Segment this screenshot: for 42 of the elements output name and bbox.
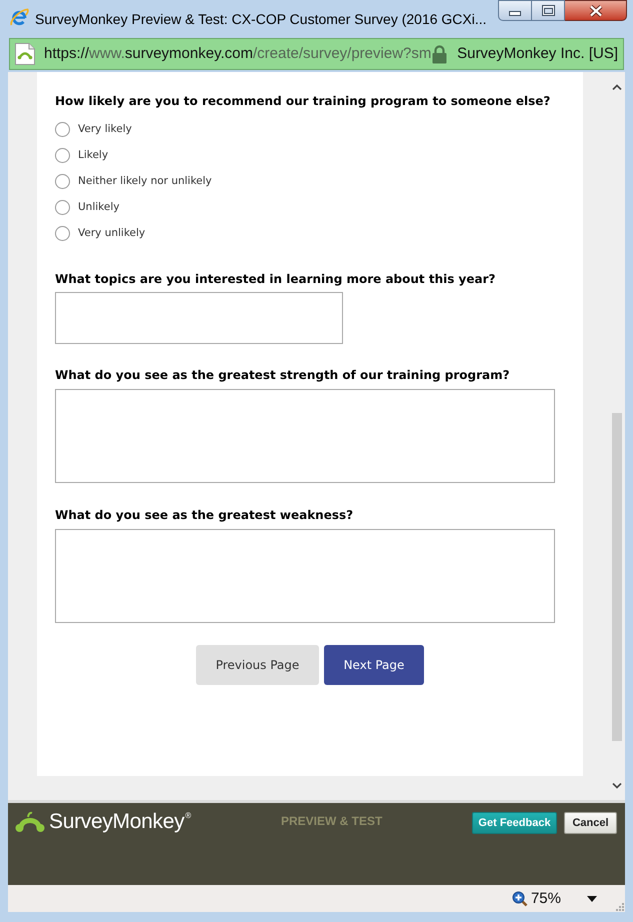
document-icon <box>14 42 36 66</box>
site-identity[interactable]: SurveyMonkey Inc. [US] <box>457 44 618 64</box>
option-label[interactable]: Very unlikely <box>78 226 146 240</box>
mode-label: PREVIEW & TEST <box>281 814 382 829</box>
browser-logo-icon <box>10 8 29 27</box>
text-input[interactable] <box>55 292 343 344</box>
radio-button[interactable] <box>55 174 70 188</box>
url-field[interactable]: https://www.surveymonkey.com/create/survey/preview?sm <box>44 44 432 64</box>
option-label[interactable]: Neither likely nor unlikely <box>78 174 212 188</box>
cancel-button[interactable]: Cancel <box>564 812 617 834</box>
monkey-logo-icon <box>15 810 45 834</box>
comment-box[interactable] <box>55 529 555 623</box>
minimize-icon <box>509 11 521 16</box>
scroll-down-icon[interactable] <box>612 783 622 789</box>
maximize-button[interactable] <box>532 0 565 21</box>
scrollbar-thumb[interactable] <box>612 413 622 741</box>
question-text: What do you see as the greatest weakness? <box>55 507 354 523</box>
option-label[interactable]: Unlikely <box>78 200 120 214</box>
zoom-icon[interactable] <box>512 890 528 906</box>
logo-text: SurveyMonkey$^{®}$ <box>49 810 191 834</box>
dropdown-caret-icon[interactable] <box>587 896 597 902</box>
maximize-icon <box>542 5 554 16</box>
radio-button[interactable] <box>55 148 70 162</box>
zoom-level[interactable]: 75% <box>530 890 561 908</box>
radio-button[interactable] <box>55 122 70 136</box>
question-text: What topics are you interested in learning more about this year? <box>55 271 496 287</box>
scroll-up-icon[interactable] <box>612 84 622 90</box>
window-title: SurveyMonkey Preview & Test: CX-COP Customer Survey (2016 GCXi... <box>35 10 487 28</box>
close-icon <box>588 4 602 16</box>
previous-page-button[interactable]: Previous Page <box>196 645 319 685</box>
question-text: How likely are you to recommend our training program to someone else? <box>55 93 552 109</box>
resize-grip-icon[interactable] <box>616 903 624 911</box>
comment-box[interactable] <box>55 389 555 483</box>
minimize-button[interactable] <box>498 0 532 21</box>
next-page-button[interactable]: Next Page <box>324 645 424 685</box>
close-button[interactable] <box>565 0 627 21</box>
radio-button[interactable] <box>55 226 70 240</box>
option-label[interactable]: Likely <box>78 148 108 162</box>
option-label[interactable]: Very likely <box>78 122 132 136</box>
question-text: What do you see as the greatest strength of our training program? <box>55 367 511 383</box>
radio-button[interactable] <box>55 200 70 214</box>
lock-icon <box>432 44 448 64</box>
